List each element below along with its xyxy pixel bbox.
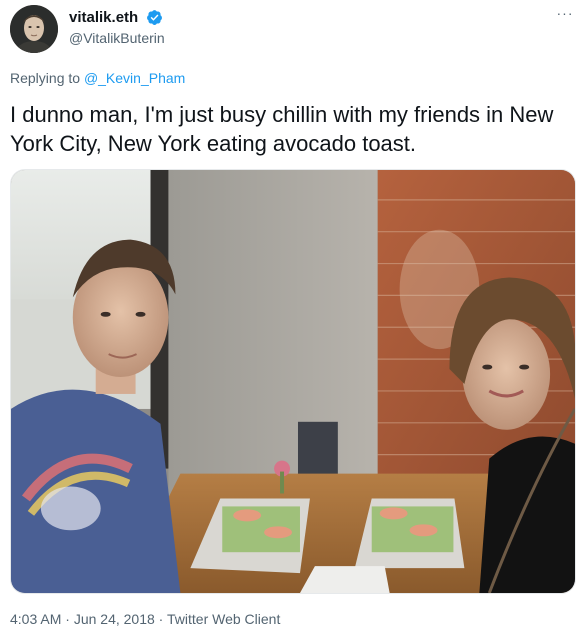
verified-badge-icon [147, 10, 162, 25]
author-display-name[interactable]: vitalik.eth [69, 9, 138, 26]
photo-image [11, 170, 575, 593]
tweet-text: I dunno man, I'm just busy chillin with … [10, 102, 554, 156]
author-handle[interactable]: @VitalikButerin [69, 30, 165, 46]
profile-photo-icon [10, 5, 58, 53]
more-options-icon[interactable]: ··· [553, 5, 577, 27]
avatar[interactable] [10, 5, 58, 53]
meta-separator-2: · [154, 611, 167, 627]
tweet-time[interactable]: 4:03 AM [10, 611, 61, 627]
tweet-source: Twitter Web Client [167, 611, 281, 627]
tweet-photo[interactable] [10, 169, 576, 594]
tweet-date[interactable]: Jun 24, 2018 [74, 611, 155, 627]
replying-to: Replying to @_Kevin_Pham [10, 70, 185, 86]
reply-mention-link[interactable]: @_Kevin_Pham [84, 70, 185, 86]
replying-prefix: Replying to [10, 70, 84, 86]
tweet-meta: 4:03 AM · Jun 24, 2018 · Twitter Web Cli… [10, 611, 280, 627]
meta-separator: · [61, 611, 74, 627]
tweet: vitalik.eth @VitalikButerin ··· Replying… [0, 0, 587, 637]
